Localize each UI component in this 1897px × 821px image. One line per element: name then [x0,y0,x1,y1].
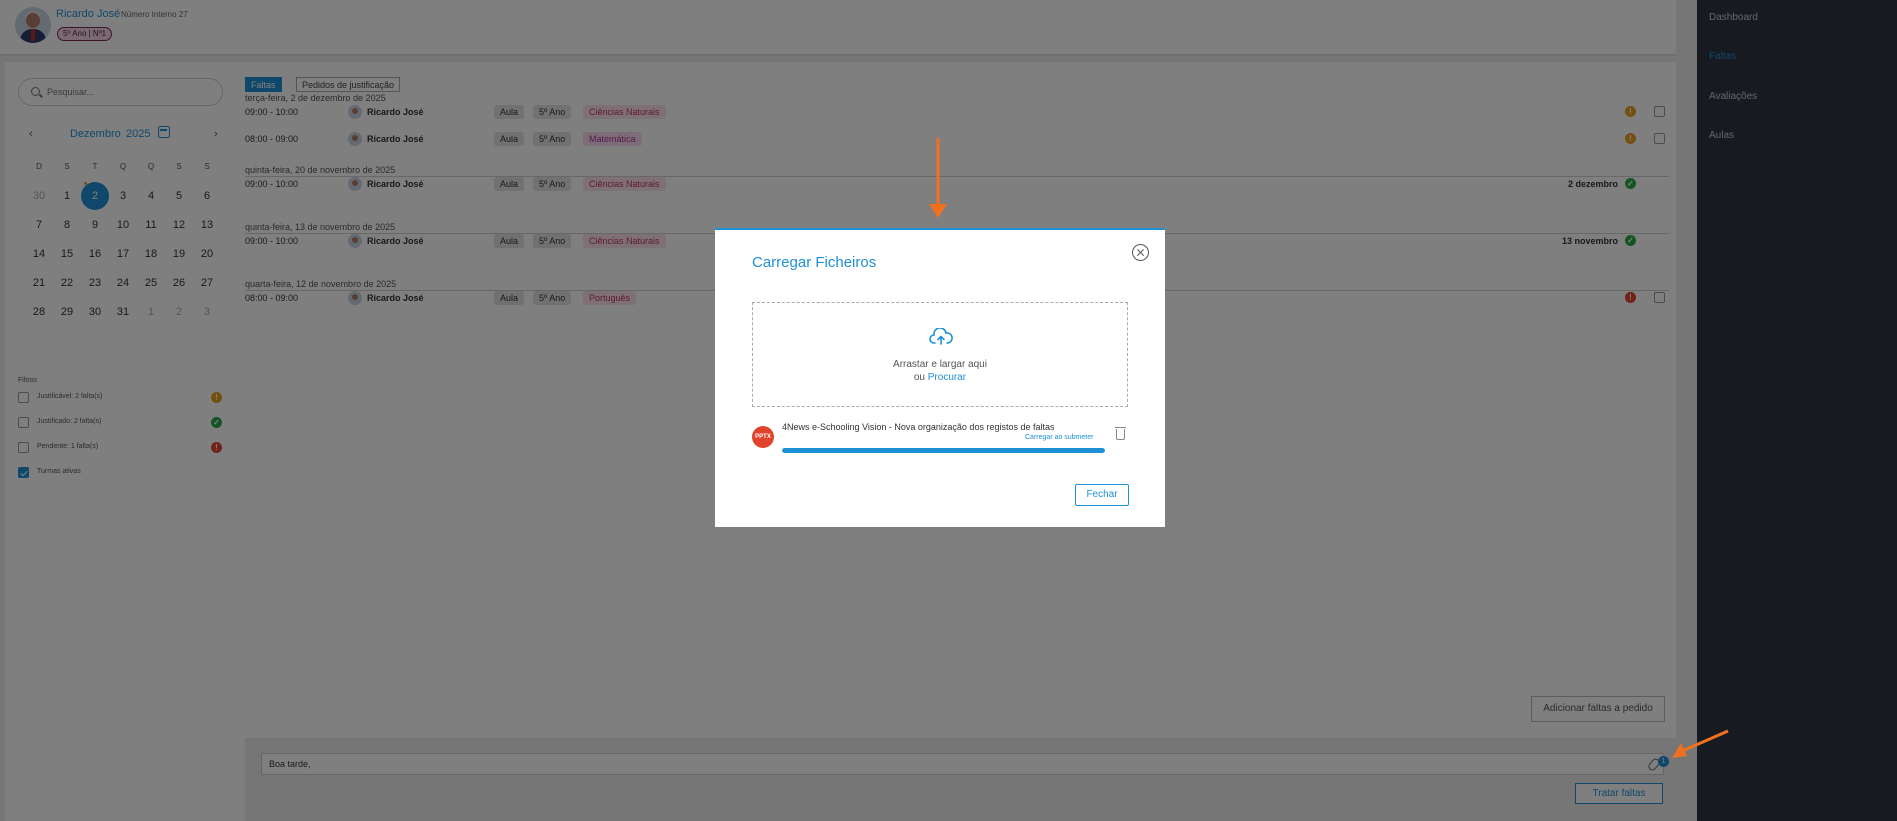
file-status: Carregar ao submeter [1025,434,1094,441]
modal-title: Carregar Ficheiros [752,254,877,271]
upload-files-modal: Carregar Ficheiros Arrastar e largar aqu… [715,228,1165,527]
upload-progress-bar [782,448,1105,453]
pptx-file-icon: PPTX [752,426,774,448]
cloud-upload-icon [929,328,953,345]
trash-icon[interactable] [1115,427,1126,440]
close-icon[interactable] [1132,244,1149,261]
drop-text: Arrastar e largar aqui [893,359,987,370]
browse-link[interactable]: Procurar [928,372,966,383]
drop-or-text: ou [913,372,925,383]
file-name: 4News e-Schooling Vision - Nova organiza… [782,422,1055,432]
file-drop-zone[interactable]: Arrastar e largar aqui ou Procurar [752,302,1128,407]
close-button[interactable]: Fechar [1075,484,1129,506]
